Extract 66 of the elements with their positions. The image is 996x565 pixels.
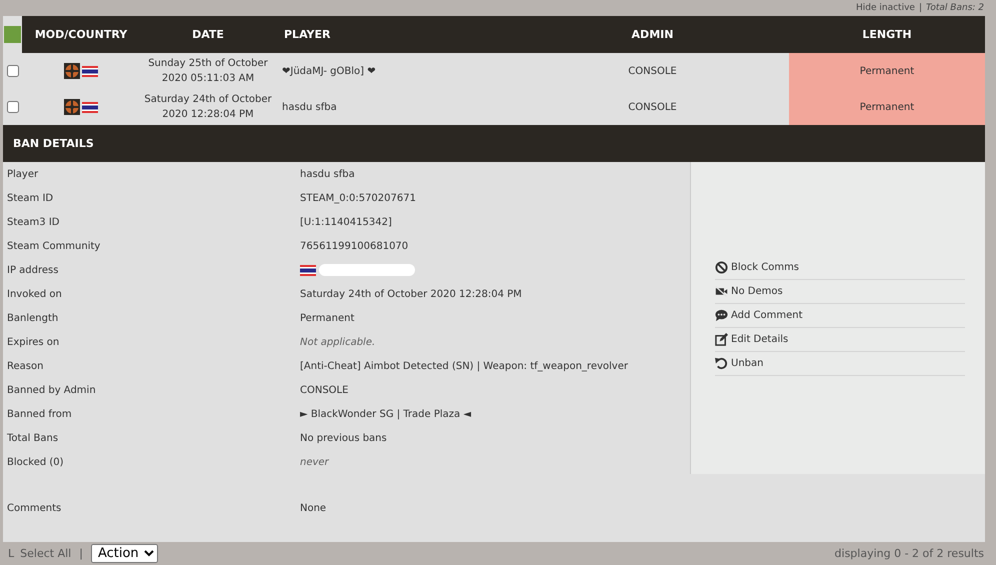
field-value: hasdu sfba (300, 168, 355, 180)
field-label: Banned by Admin (6, 384, 97, 396)
field-value: None (300, 502, 326, 514)
prohibited-icon (715, 261, 728, 274)
select-all-link[interactable]: Select All (20, 547, 72, 560)
column-header: PLAYER (283, 28, 332, 41)
field-label: Banned from (6, 408, 73, 420)
length-cell: Permanent (789, 89, 985, 125)
field-label: Banlength (6, 312, 60, 324)
date-cell-text: Saturday 24th of October 2020 12:28:04 PM (143, 93, 273, 122)
player-cell-text: hasdu sfba (281, 100, 338, 114)
action-link[interactable]: Block Comms (715, 256, 965, 280)
admin-cell-text: CONSOLE (627, 64, 678, 78)
speech-bubble-icon (715, 309, 728, 322)
field-value: CONSOLE (300, 384, 348, 396)
ban-details-header: BAN DETAILS (3, 125, 985, 162)
field-label: Blocked (0) (6, 456, 65, 468)
field-value: ► BlackWonder SG | Trade Plaza ◄ (300, 408, 472, 420)
crosshair-circle-icon (64, 63, 80, 79)
field-value: [U:1:1140415342] (300, 216, 392, 228)
field-value: [Anti-Cheat] Aimbot Detected (SN) | Weapon: tf_weapon_revolver (300, 360, 628, 372)
corner-mark-text: L (8, 547, 14, 560)
field-label: Player (6, 168, 40, 180)
field-value: 76561199100681070 (300, 240, 408, 252)
undo-icon (715, 357, 728, 370)
separator-text: | (79, 547, 83, 560)
field-label: Invoked on (6, 288, 63, 300)
length-cell: Permanent (789, 53, 985, 89)
action-link[interactable]: Edit Details (715, 328, 965, 352)
field-label: Reason (6, 360, 44, 372)
field-label: Total Bans (6, 432, 60, 444)
action-link[interactable]: No Demos (715, 280, 965, 304)
field-label: Steam ID (6, 192, 54, 204)
column-header: LENGTH (861, 28, 913, 41)
separator-text: | (918, 2, 922, 14)
results-count-text: displaying 0 - 2 of 2 results (834, 547, 984, 560)
field-label: Steam3 ID (6, 216, 60, 228)
field-value: never (300, 456, 329, 468)
field-value: Permanent (300, 312, 354, 324)
flag-icon (82, 66, 98, 76)
field-value: STEAM_0:0:570207671 (300, 192, 416, 204)
field-label: Comments (6, 502, 62, 514)
column-header: DATE (191, 28, 225, 41)
action-link[interactable]: Add Comment (715, 304, 965, 328)
field-value: Not applicable. (300, 336, 376, 348)
field-label: Expires on (6, 336, 60, 348)
field-value: Saturday 24th of October 2020 12:28:04 PM (300, 288, 522, 300)
flag-icon (300, 264, 316, 276)
row-checkbox[interactable] (6, 101, 18, 113)
field-label: IP address (6, 264, 60, 276)
flag-icon (82, 102, 98, 112)
action-dropdown[interactable]: Action (90, 544, 158, 563)
action-link[interactable]: Unban (715, 352, 965, 376)
edit-icon (715, 333, 728, 346)
select-all-toggle[interactable] (4, 26, 21, 43)
field-value: No previous bans (300, 432, 387, 444)
field-label: Steam Community (6, 240, 102, 252)
column-header: MOD/COUNTRY (34, 28, 128, 41)
crosshair-circle-icon (64, 99, 80, 115)
player-cell-text: ❤JüdaMJ- gOBlo] ❤ (281, 64, 377, 78)
column-header: ADMIN (630, 28, 674, 41)
admin-cell-text: CONSOLE (627, 100, 678, 114)
total-bans-text: Total Bans: 2 (926, 2, 984, 14)
row-checkbox[interactable] (6, 65, 18, 77)
camera-off-icon (715, 285, 728, 298)
date-cell-text: Sunday 25th of October 2020 05:11:03 AM (147, 57, 269, 86)
